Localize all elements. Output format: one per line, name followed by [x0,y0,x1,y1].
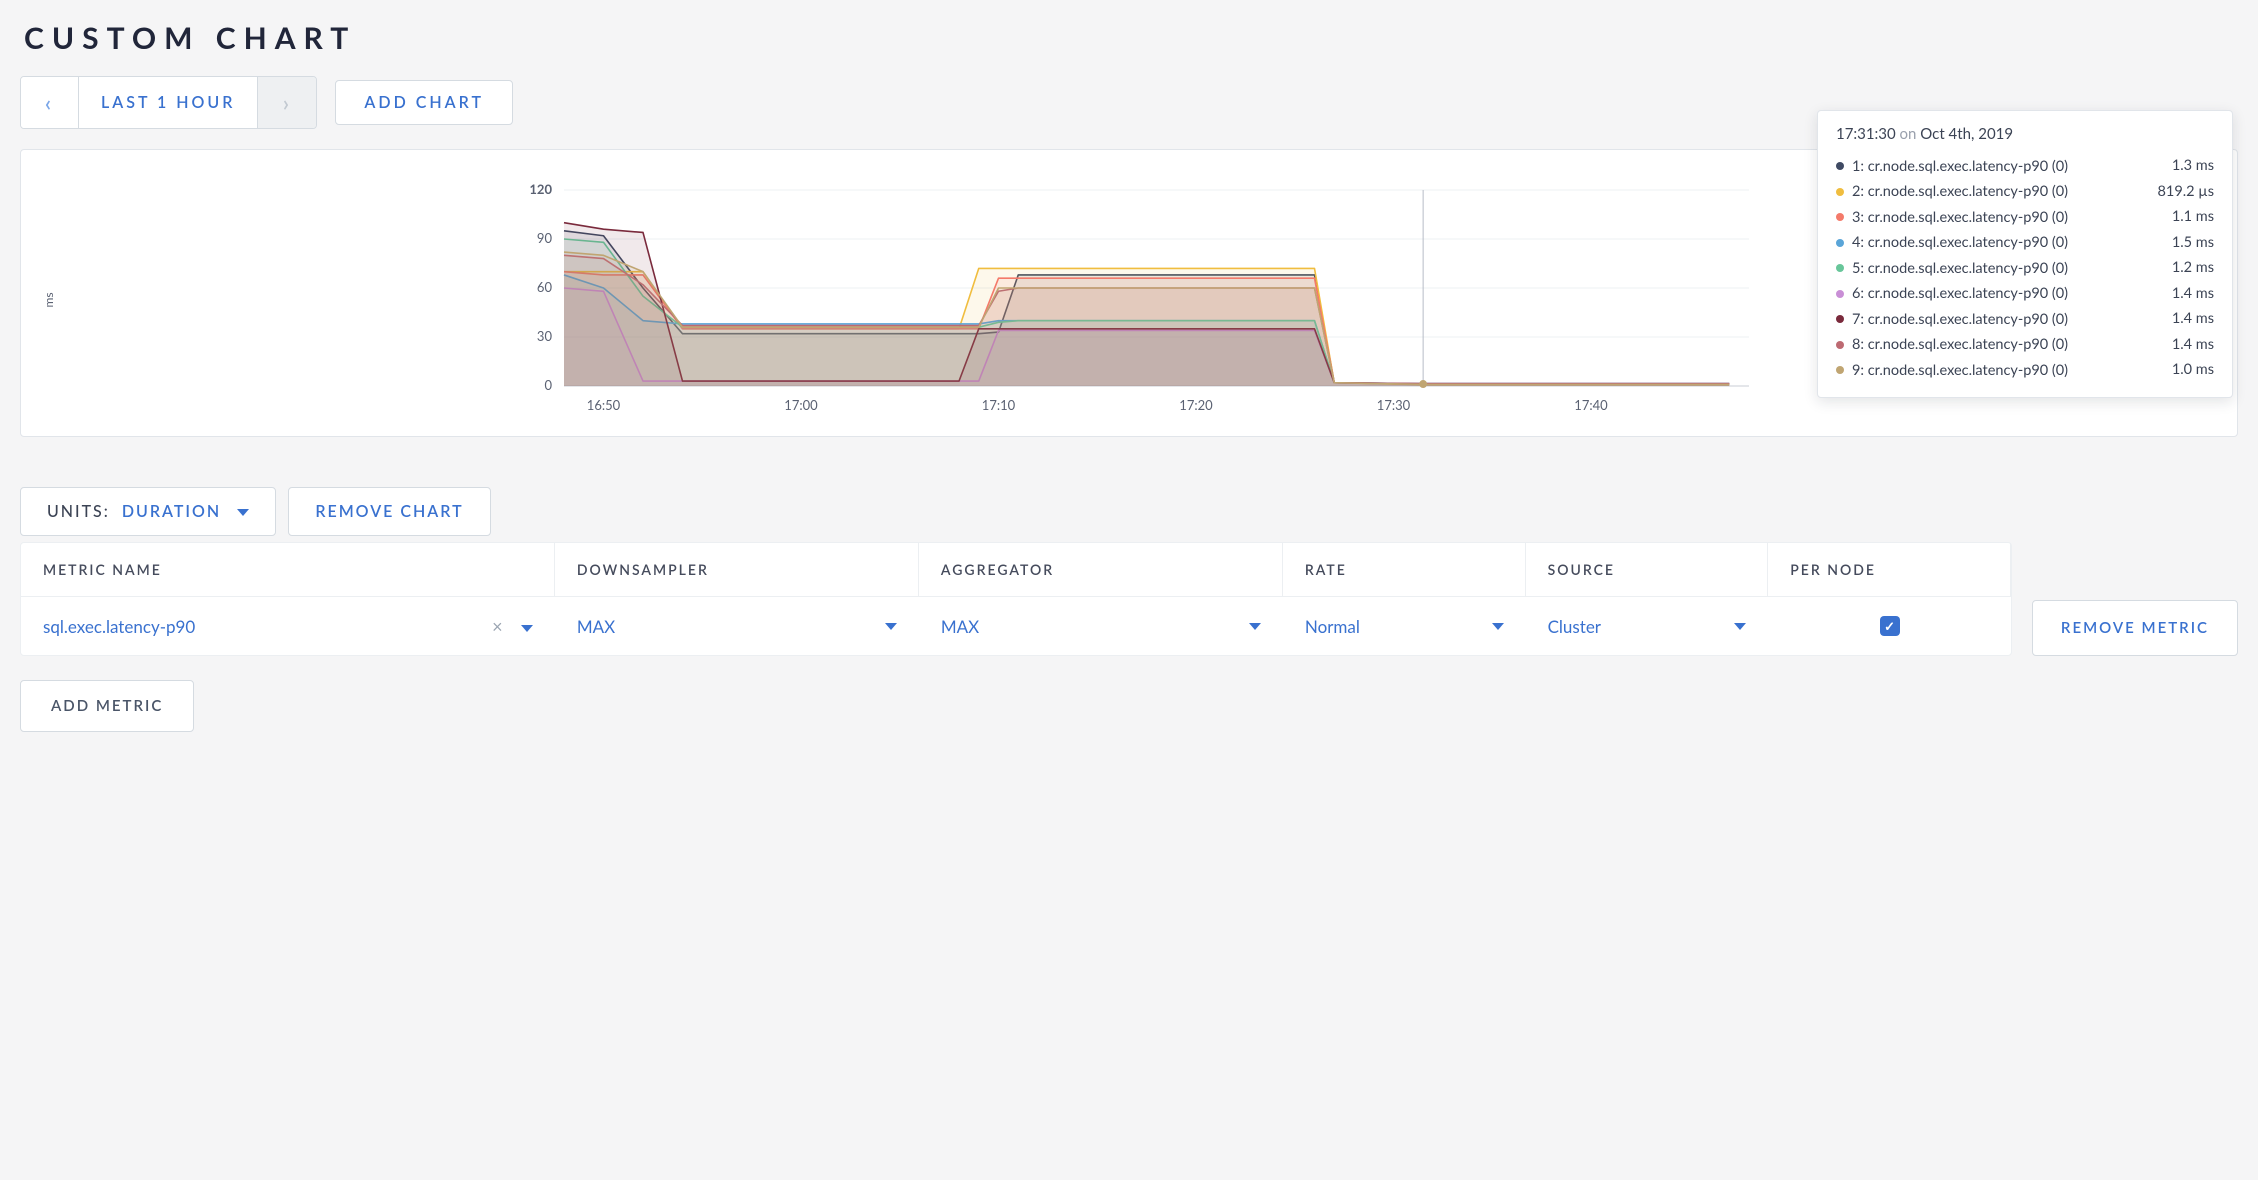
add-chart-button[interactable]: ADD CHART [335,80,513,125]
metric-table-header: METRIC NAME DOWNSAMPLER AGGREGATOR RATE … [21,543,2011,597]
downsampler-select[interactable]: MAX [555,598,919,655]
per-node-cell: ✓ [1768,598,2011,654]
svg-text:90: 90 [537,230,553,246]
svg-text:120: 120 [529,181,552,197]
tooltip-header: 17:31:30 on Oct 4th, 2019 [1836,125,2214,143]
svg-text:16:50: 16:50 [587,397,621,413]
series-dot-icon [1836,366,1844,374]
metric-table: METRIC NAME DOWNSAMPLER AGGREGATOR RATE … [20,542,2012,656]
chevron-down-icon [1492,623,1504,630]
remove-chart-button[interactable]: REMOVE CHART [288,487,490,536]
tooltip-row: 2: cr.node.sql.exec.latency-p90 (0) 819.2… [1836,179,2214,205]
tooltip-row: 3: cr.node.sql.exec.latency-p90 (0) 1.1 m… [1836,204,2214,230]
series-dot-icon [1836,188,1844,196]
tooltip-row: 9: cr.node.sql.exec.latency-p90 (0) 1.0 m… [1836,357,2214,383]
chevron-down-icon [521,625,533,632]
per-node-checkbox[interactable]: ✓ [1880,616,1900,636]
tooltip-row: 6: cr.node.sql.exec.latency-p90 (0) 1.4 m… [1836,281,2214,307]
col-downsampler: DOWNSAMPLER [555,543,919,596]
series-dot-icon [1836,239,1844,247]
units-value: DURATION [122,502,221,521]
time-range-group: ‹ LAST 1 HOUR › [20,76,317,129]
tooltip-series-value: 1.0 ms [2172,361,2214,378]
tooltip-series-label: 1: cr.node.sql.exec.latency-p90 (0) [1852,158,2068,175]
tooltip-row: 8: cr.node.sql.exec.latency-p90 (0) 1.4 m… [1836,332,2214,358]
svg-text:30: 30 [537,328,553,344]
svg-text:60: 60 [537,279,553,295]
col-per-node: PER NODE [1768,543,2011,596]
col-metric-name: METRIC NAME [21,543,555,596]
tooltip-series-value: 819.2 µs [2158,183,2214,200]
svg-text:0: 0 [544,377,552,393]
tooltip-row: 7: cr.node.sql.exec.latency-p90 (0) 1.4 m… [1836,306,2214,332]
tooltip-series-label: 9: cr.node.sql.exec.latency-p90 (0) [1852,362,2068,379]
tooltip-series-value: 1.1 ms [2172,208,2214,225]
col-source: SOURCE [1526,543,1769,596]
chevron-right-icon: › [283,89,292,116]
svg-text:17:10: 17:10 [982,397,1016,413]
remove-metric-button[interactable]: REMOVE METRIC [2032,600,2238,656]
tooltip-series-value: 1.2 ms [2172,259,2214,276]
chevron-down-icon [1249,623,1261,630]
time-range-next-button: › [258,77,316,128]
series-dot-icon [1836,341,1844,349]
chart-tooltip: 17:31:30 on Oct 4th, 2019 1: cr.node.sql… [1817,110,2233,398]
page-title: CUSTOM CHART [24,20,2238,56]
units-select[interactable]: UNITS: DURATION [20,487,276,536]
tooltip-series-label: 4: cr.node.sql.exec.latency-p90 (0) [1852,234,2068,251]
series-dot-icon [1836,162,1844,170]
y-axis-label: ms [41,292,56,307]
chevron-down-icon [885,623,897,630]
col-aggregator: AGGREGATOR [919,543,1283,596]
units-label: UNITS: [47,502,110,521]
svg-text:17:30: 17:30 [1377,397,1411,413]
add-metric-button[interactable]: ADD METRIC [20,680,194,732]
series-dot-icon [1836,315,1844,323]
metric-name-select[interactable]: sql.exec.latency-p90 × [21,597,555,655]
svg-text:17:40: 17:40 [1574,397,1608,413]
tooltip-series-label: 2: cr.node.sql.exec.latency-p90 (0) [1852,183,2068,200]
chart-card: ms 0 30 60 90 120 16:50 17:00 17:10 17:20 17:30 17… [20,149,2238,437]
clear-icon[interactable]: × [492,615,502,637]
svg-text:17:20: 17:20 [1179,397,1213,413]
time-range-prev-button[interactable]: ‹ [21,77,79,128]
chevron-down-icon [237,509,249,516]
chevron-down-icon [1734,623,1746,630]
tooltip-series-label: 3: cr.node.sql.exec.latency-p90 (0) [1852,209,2068,226]
tooltip-series-value: 1.4 ms [2172,336,2214,353]
tooltip-date: Oct 4th, 2019 [1920,125,2013,143]
tooltip-row: 4: cr.node.sql.exec.latency-p90 (0) 1.5 m… [1836,230,2214,256]
tooltip-series-value: 1.5 ms [2172,234,2214,251]
time-range-select[interactable]: LAST 1 HOUR [79,77,258,128]
metric-row: sql.exec.latency-p90 × MAX [21,597,2011,655]
tooltip-series-label: 6: cr.node.sql.exec.latency-p90 (0) [1852,285,2068,302]
svg-text:17:00: 17:00 [784,397,818,413]
source-select[interactable]: Cluster [1526,598,1769,655]
series-dot-icon [1836,213,1844,221]
series-dot-icon [1836,290,1844,298]
tooltip-series-value: 1.3 ms [2172,157,2214,174]
chevron-left-icon: ‹ [45,89,54,116]
tooltip-row: 5: cr.node.sql.exec.latency-p90 (0) 1.2 m… [1836,255,2214,281]
series-dot-icon [1836,264,1844,272]
tooltip-rows: 1: cr.node.sql.exec.latency-p90 (0) 1.3 m… [1836,153,2214,383]
col-rate: RATE [1283,543,1526,596]
tooltip-series-value: 1.4 ms [2172,310,2214,327]
aggregator-select[interactable]: MAX [919,598,1283,655]
tooltip-series-value: 1.4 ms [2172,285,2214,302]
tooltip-series-label: 8: cr.node.sql.exec.latency-p90 (0) [1852,336,2068,353]
tooltip-row: 1: cr.node.sql.exec.latency-p90 (0) 1.3 m… [1836,153,2214,179]
tooltip-time: 17:31:30 [1836,125,1896,143]
tooltip-series-label: 5: cr.node.sql.exec.latency-p90 (0) [1852,260,2068,277]
chart-config: UNITS: DURATION REMOVE CHART METRIC NAME… [20,487,2238,732]
rate-select[interactable]: Normal [1283,598,1526,655]
tooltip-series-label: 7: cr.node.sql.exec.latency-p90 (0) [1852,311,2068,328]
